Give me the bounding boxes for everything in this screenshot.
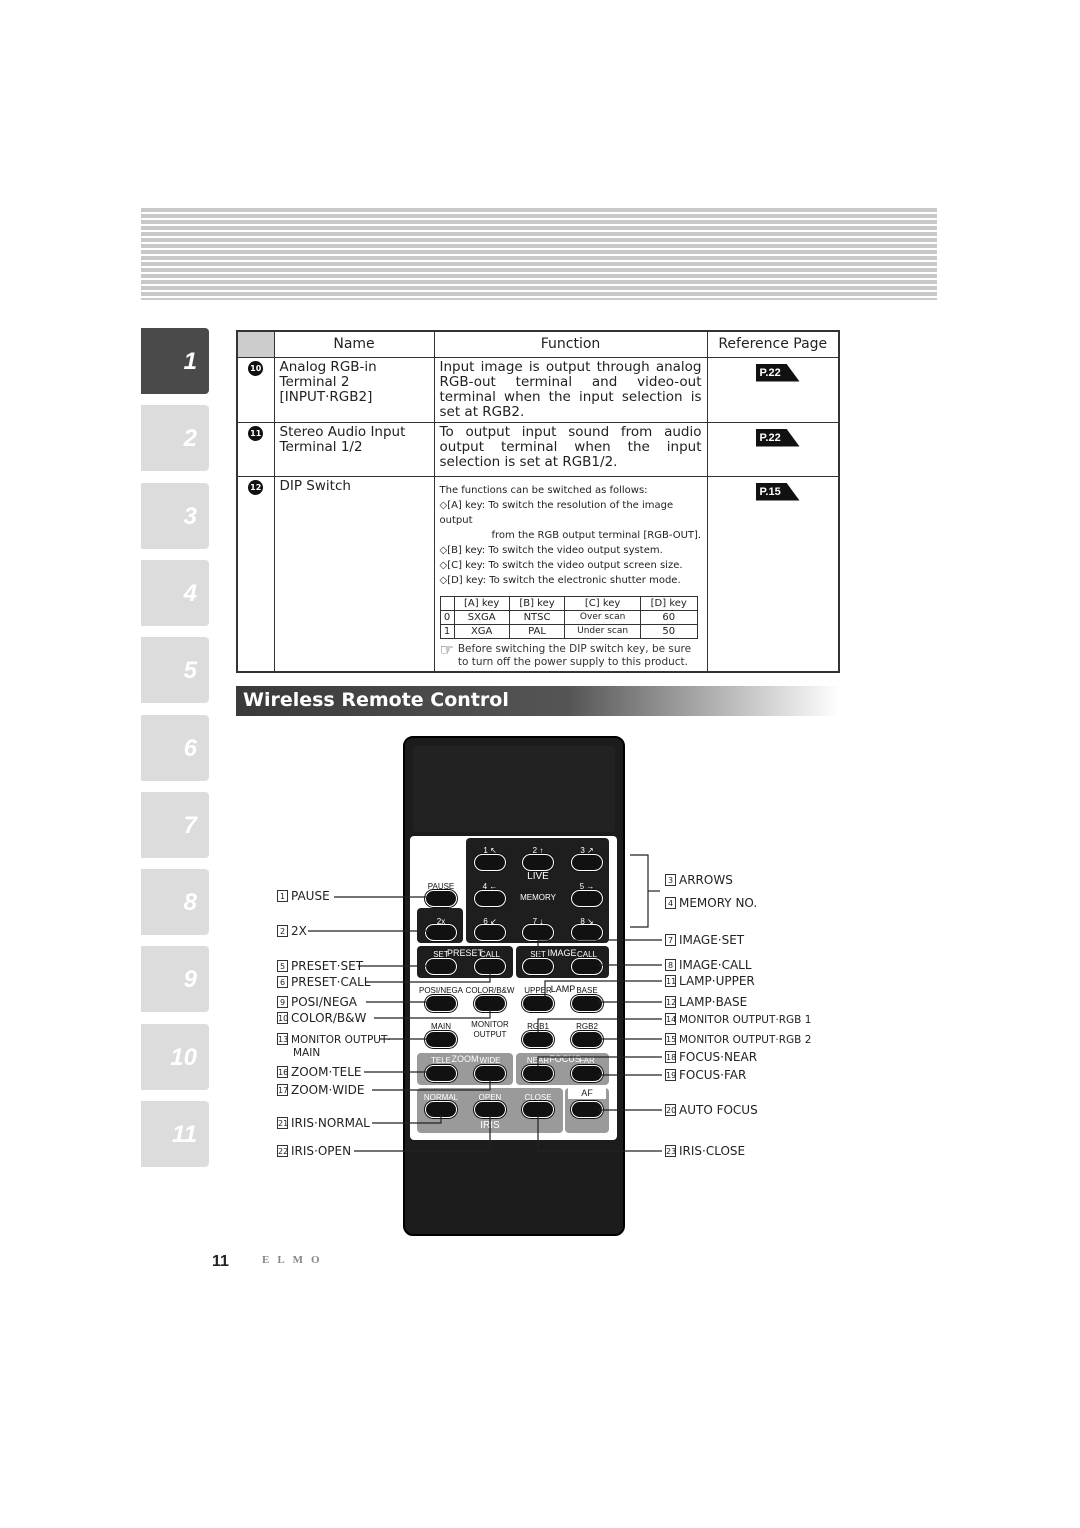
callout-5: 5 PRESET·SET (277, 960, 363, 973)
callout-3: 3 ARROWS (665, 874, 733, 887)
callout-text: IRIS·CLOSE (679, 1144, 746, 1158)
callout-text: IMAGE·SET (679, 933, 745, 947)
callout-text: MONITOR OUTPUT·RGB 2 (679, 1034, 812, 1046)
callout-number: 8 (665, 959, 676, 971)
callout-number: 13 (277, 1033, 289, 1045)
callout-12: 12 LAMP·BASE (665, 996, 747, 1009)
callout-number: 20 (665, 1104, 677, 1116)
callout-text: LAMP·UPPER (679, 974, 755, 988)
callout-number: 19 (665, 1069, 677, 1081)
callout-20: 20 AUTO FOCUS (665, 1104, 758, 1117)
callout-number: 3 (665, 874, 676, 886)
callout-14: 14 MONITOR OUTPUT·RGB 1 (665, 1013, 811, 1027)
callout-number: 21 (277, 1117, 289, 1129)
callout-number: 11 (665, 975, 677, 987)
callout-text: LAMP·BASE (679, 995, 748, 1009)
page-number: 11 (212, 1253, 229, 1270)
callout-22: 22 IRIS·OPEN (277, 1145, 351, 1158)
callout-text: ZOOM·TELE (291, 1065, 362, 1079)
callout-text: AUTO FOCUS (679, 1103, 758, 1117)
callout-number: 6 (277, 976, 288, 988)
callout-16: 16 ZOOM·TELE (277, 1066, 361, 1079)
callout-number: 14 (665, 1013, 677, 1025)
callout-text: 2X (291, 924, 307, 938)
callout-text: PRESET·CALL (291, 975, 371, 989)
callout-number: 22 (277, 1145, 289, 1157)
callout-number: 1 (277, 890, 288, 902)
callout-18: 18 FOCUS·NEAR (665, 1051, 757, 1064)
callout-text: MEMORY NO. (679, 896, 758, 910)
callout-2: 2 2X (277, 925, 307, 938)
callout-13: 13 MONITOR OUTPUT· MAIN (277, 1033, 391, 1060)
callout-text: ARROWS (679, 873, 733, 887)
callout-17: 17 ZOOM·WIDE (277, 1084, 365, 1097)
callout-number: 2 (277, 925, 288, 937)
callout-text: MONITOR OUTPUT· (291, 1034, 391, 1046)
callout-text: PAUSE (291, 889, 330, 903)
callout-text: FOCUS·FAR (679, 1068, 747, 1082)
callout-text: MONITOR OUTPUT·RGB 1 (679, 1014, 812, 1026)
callout-11: 11 LAMP·UPPER (665, 975, 755, 988)
callout-text: COLOR/B&W (291, 1011, 367, 1025)
callout-7: 7 IMAGE·SET (665, 934, 744, 947)
callout-9: 9 POSI/NEGA (277, 996, 357, 1009)
callout-8: 8 IMAGE·CALL (665, 959, 752, 972)
callout-number: 5 (277, 960, 288, 972)
callout-text: FOCUS·NEAR (679, 1050, 758, 1064)
callout-number: 18 (665, 1051, 677, 1063)
callout-number: 15 (665, 1033, 677, 1045)
callout-text: IMAGE·CALL (679, 958, 752, 972)
callout-4: 4 MEMORY NO. (665, 897, 757, 910)
callout-number: 4 (665, 897, 676, 909)
callout-15: 15 MONITOR OUTPUT·RGB 2 (665, 1033, 811, 1047)
callout-text: MAIN (293, 1047, 321, 1059)
callout-text: POSI/NEGA (291, 995, 357, 1009)
callout-number: 7 (665, 934, 676, 946)
callout-1: 1 PAUSE (277, 890, 330, 903)
callout-text: IRIS·NORMAL (291, 1116, 370, 1130)
callout-number: 9 (277, 996, 288, 1008)
callout-23: 23 IRIS·CLOSE (665, 1145, 745, 1158)
callout-text: ZOOM·WIDE (291, 1083, 365, 1097)
callout-number: 16 (277, 1066, 289, 1078)
callout-text: IRIS·OPEN (291, 1144, 352, 1158)
callout-6: 6 PRESET·CALL (277, 976, 370, 989)
callout-10: 10 COLOR/B&W (277, 1012, 366, 1025)
brand-logo: ELMO (262, 1254, 328, 1266)
callout-number: 17 (277, 1084, 289, 1096)
callout-leader-lines (308, 854, 662, 1152)
callout-19: 19 FOCUS·FAR (665, 1069, 746, 1082)
callout-21: 21 IRIS·NORMAL (277, 1117, 370, 1130)
callout-text: PRESET·SET (291, 959, 364, 973)
callout-number: 12 (665, 996, 677, 1008)
callout-number: 10 (277, 1012, 289, 1024)
callout-number: 23 (665, 1145, 677, 1157)
